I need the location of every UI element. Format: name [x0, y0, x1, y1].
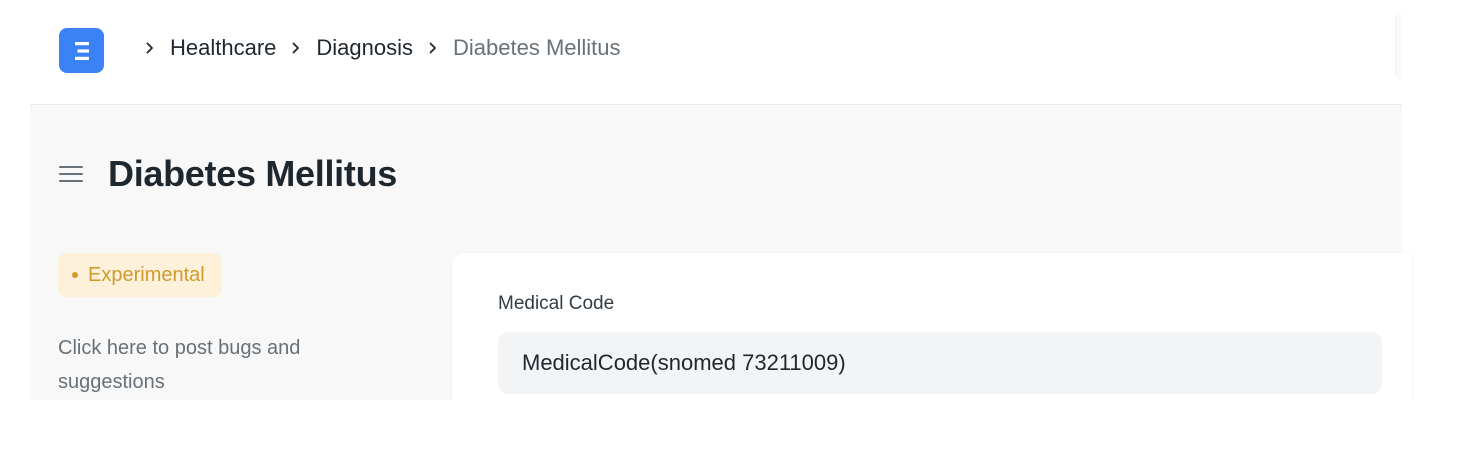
breadcrumb-healthcare[interactable]: Healthcare — [170, 35, 276, 61]
breadcrumb: Healthcare Diagnosis Diabetes Mellitus — [130, 33, 621, 63]
page-header: Diabetes Mellitus — [58, 153, 397, 195]
medical-code-field[interactable]: MedicalCode(snomed 73211009) — [498, 332, 1382, 394]
breadcrumb-diagnosis[interactable]: Diagnosis — [316, 35, 413, 61]
breadcrumb-current[interactable]: Diabetes Mellitus — [453, 35, 621, 61]
chevron-right-icon — [138, 36, 162, 60]
hamburger-menu-icon[interactable] — [58, 162, 88, 186]
logo-e-icon — [74, 41, 89, 60]
app-logo[interactable] — [59, 28, 104, 73]
app-window: Healthcare Diagnosis Diabetes Mellitus D… — [0, 0, 1470, 458]
feedback-link[interactable]: Click here to post bugs and suggestions — [58, 331, 388, 399]
dot-icon — [72, 272, 78, 278]
form-card: Medical Code MedicalCode(snomed 73211009… — [452, 253, 1412, 413]
chevron-right-icon — [284, 36, 308, 60]
badge-label: Experimental — [88, 263, 205, 286]
top-navbar: Healthcare Diagnosis Diabetes Mellitus — [30, 0, 1402, 105]
experimental-badge[interactable]: Experimental — [58, 253, 222, 297]
medical-code-label: Medical Code — [498, 293, 615, 314]
navbar-search-edge[interactable] — [1395, 14, 1402, 80]
page-container: Diabetes Mellitus Experimental Click her… — [30, 105, 1412, 413]
page-title: Diabetes Mellitus — [108, 153, 397, 194]
bottom-margin — [0, 400, 1470, 458]
chevron-right-icon — [421, 36, 445, 60]
